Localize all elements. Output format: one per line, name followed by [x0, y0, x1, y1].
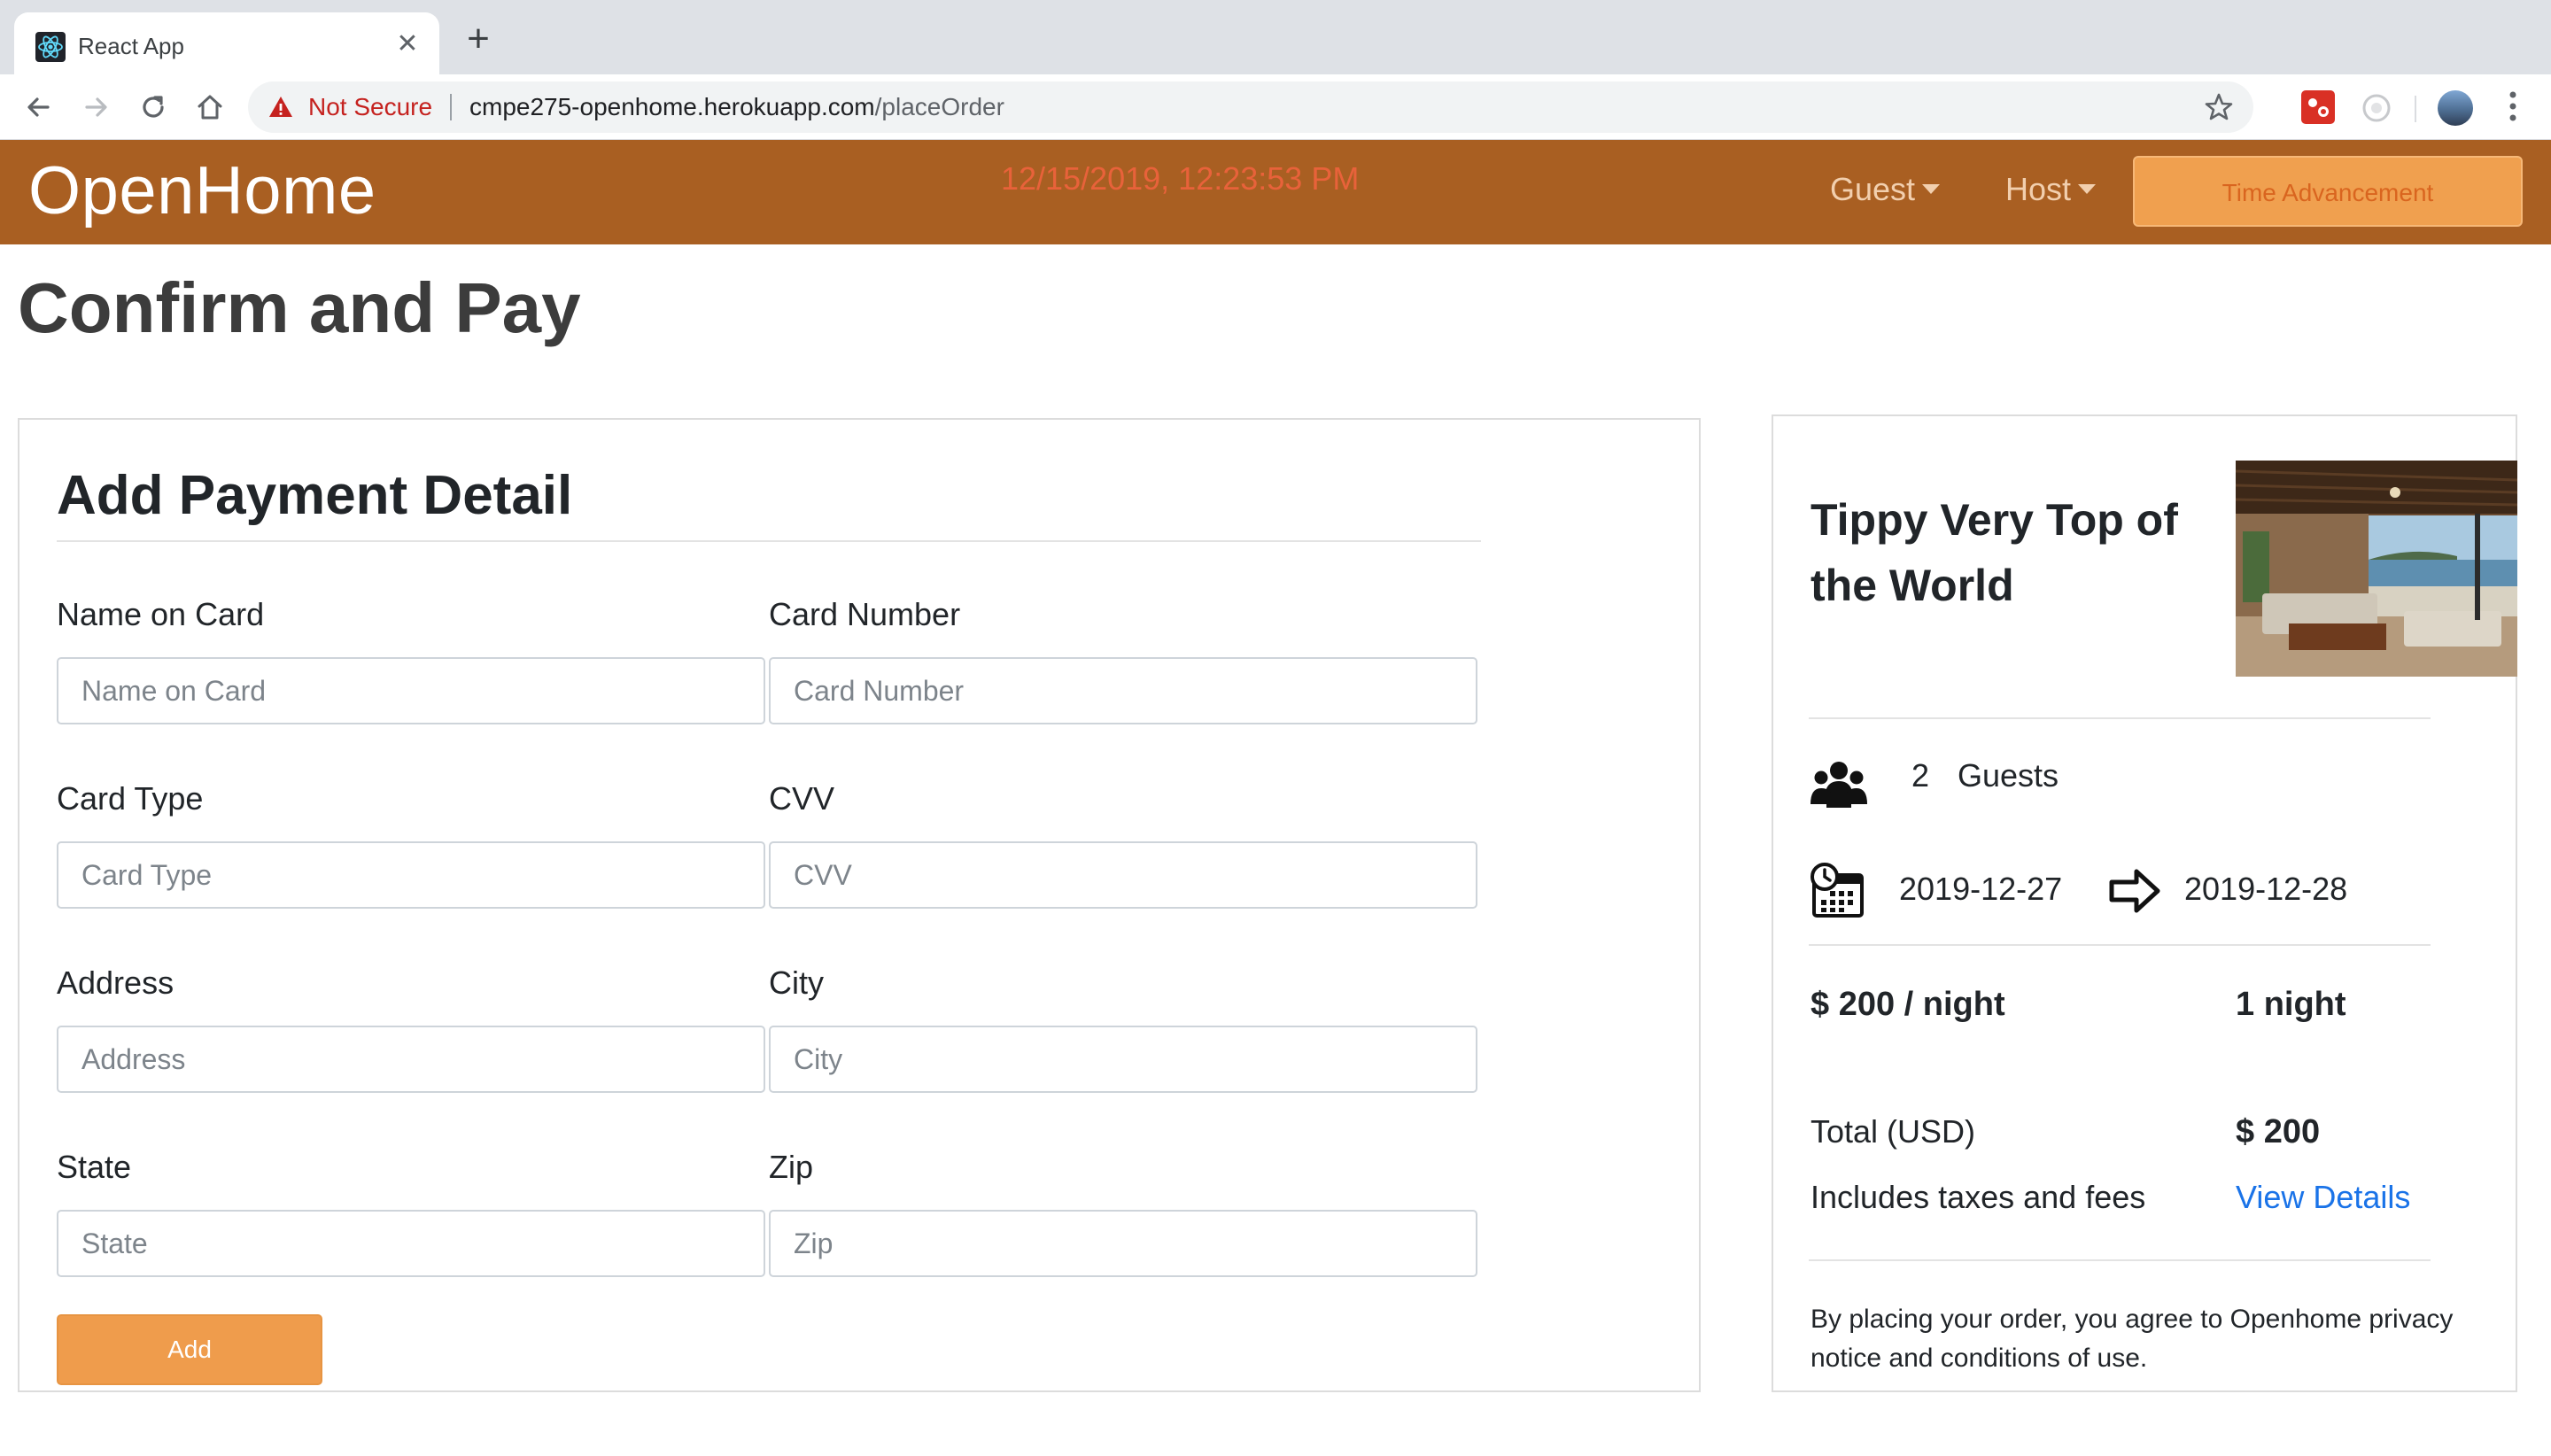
payment-panel-title: Add Payment Detail — [57, 465, 573, 526]
home-button[interactable] — [188, 85, 232, 129]
address-label: Address — [57, 964, 174, 1001]
back-arrow-icon — [27, 97, 50, 117]
name-on-card-input[interactable] — [57, 657, 765, 724]
host-menu[interactable]: Host — [2005, 170, 2097, 209]
chevron-down-icon — [2078, 183, 2097, 194]
forward-button[interactable] — [74, 85, 119, 129]
arrow-right-icon — [2109, 869, 2160, 913]
divider — [57, 540, 1481, 542]
night-count: 1 night — [2236, 986, 2346, 1023]
reload-button[interactable] — [131, 85, 175, 129]
brand-logo[interactable]: OpenHome — [28, 147, 376, 236]
calendar-clock-icon — [1811, 863, 1864, 918]
check-in-date: 2019-12-27 — [1899, 871, 2063, 907]
reload-icon — [143, 96, 164, 118]
total-value: $ 200 — [2236, 1113, 2321, 1150]
state-label: State — [57, 1149, 132, 1185]
users-icon — [1811, 762, 1867, 808]
close-tab-icon[interactable]: ✕ — [392, 28, 423, 60]
taxes-note: Includes taxes and fees — [1811, 1179, 2146, 1215]
state-input[interactable] — [57, 1210, 765, 1277]
card-type-label: Card Type — [57, 780, 204, 817]
order-summary-card: Tippy Very Top of the World 2 Guests 201… — [1772, 414, 2517, 1392]
address-input[interactable] — [57, 1026, 765, 1093]
property-photo — [2236, 461, 2517, 677]
bookmark-star-icon[interactable] — [2204, 92, 2234, 122]
guest-menu[interactable]: Guest — [1830, 170, 1941, 209]
total-label: Total (USD) — [1811, 1113, 1976, 1150]
card-number-input[interactable] — [769, 657, 1477, 724]
url-host: cmpe275-openhome.herokuapp.com — [469, 93, 875, 120]
card-type-input[interactable] — [57, 841, 765, 909]
address-bar[interactable]: Not Secure cmpe275-openhome.herokuapp.co… — [248, 81, 2253, 133]
browser-toolbar: Not Secure cmpe275-openhome.herokuapp.co… — [0, 74, 2551, 140]
omnibox-divider — [450, 94, 452, 120]
extension-red-icon[interactable] — [2301, 90, 2335, 124]
guest-count: 2 — [1911, 757, 1930, 794]
browser-menu-icon[interactable] — [2500, 87, 2526, 126]
extension-ghost-icon[interactable] — [2360, 90, 2393, 124]
cvv-input[interactable] — [769, 841, 1477, 909]
city-input[interactable] — [769, 1026, 1477, 1093]
browser-tab[interactable]: React App ✕ — [14, 12, 439, 74]
browser-tabstrip: React App ✕ + — [0, 0, 2551, 74]
url-path: /placeOrder — [874, 93, 1004, 120]
divider — [1809, 944, 2431, 946]
card-number-label: Card Number — [769, 596, 961, 632]
security-label[interactable]: Not Secure — [308, 92, 432, 122]
payment-panel: Add Payment Detail Name on Card Card Num… — [18, 418, 1701, 1392]
zip-label: Zip — [769, 1149, 814, 1185]
legal-notice: By placing your order, you agree to Open… — [1811, 1305, 2454, 1373]
toolbar-divider — [2415, 96, 2416, 122]
tab-title: React App — [78, 33, 184, 59]
current-time: 12/15/2019, 12:23:53 PM — [1001, 160, 1360, 197]
guest-menu-label: Guest — [1830, 171, 1916, 207]
url-text[interactable]: cmpe275-openhome.herokuapp.com/placeOrde… — [469, 92, 1004, 122]
cvv-label: CVV — [769, 780, 835, 817]
page-title: Confirm and Pay — [18, 268, 581, 347]
name-on-card-label: Name on Card — [57, 596, 265, 632]
divider — [1809, 717, 2431, 719]
nightly-rate: $ 200 / night — [1811, 986, 2005, 1023]
time-advancement-button[interactable]: Time Advancement — [2133, 156, 2523, 227]
view-details-link[interactable]: View Details — [2236, 1178, 2410, 1217]
profile-avatar[interactable] — [2438, 90, 2473, 126]
home-icon — [198, 95, 222, 120]
check-out-date: 2019-12-28 — [2184, 871, 2348, 907]
zip-input[interactable] — [769, 1210, 1477, 1277]
divider — [1809, 1259, 2431, 1261]
new-tab-icon[interactable]: + — [459, 19, 498, 58]
forward-arrow-icon — [85, 97, 107, 117]
property-name: Tippy Very Top of the World — [1811, 495, 2178, 610]
chevron-down-icon — [1922, 183, 1941, 194]
app-navbar: OpenHome 12/15/2019, 12:23:53 PM Guest H… — [0, 140, 2551, 244]
city-label: City — [769, 964, 824, 1001]
host-menu-label: Host — [2005, 171, 2072, 207]
react-favicon-icon — [35, 32, 66, 62]
back-button[interactable] — [16, 85, 60, 129]
add-payment-button[interactable]: Add — [57, 1314, 322, 1385]
warning-icon — [269, 97, 292, 117]
guests-label: Guests — [1958, 757, 2059, 794]
